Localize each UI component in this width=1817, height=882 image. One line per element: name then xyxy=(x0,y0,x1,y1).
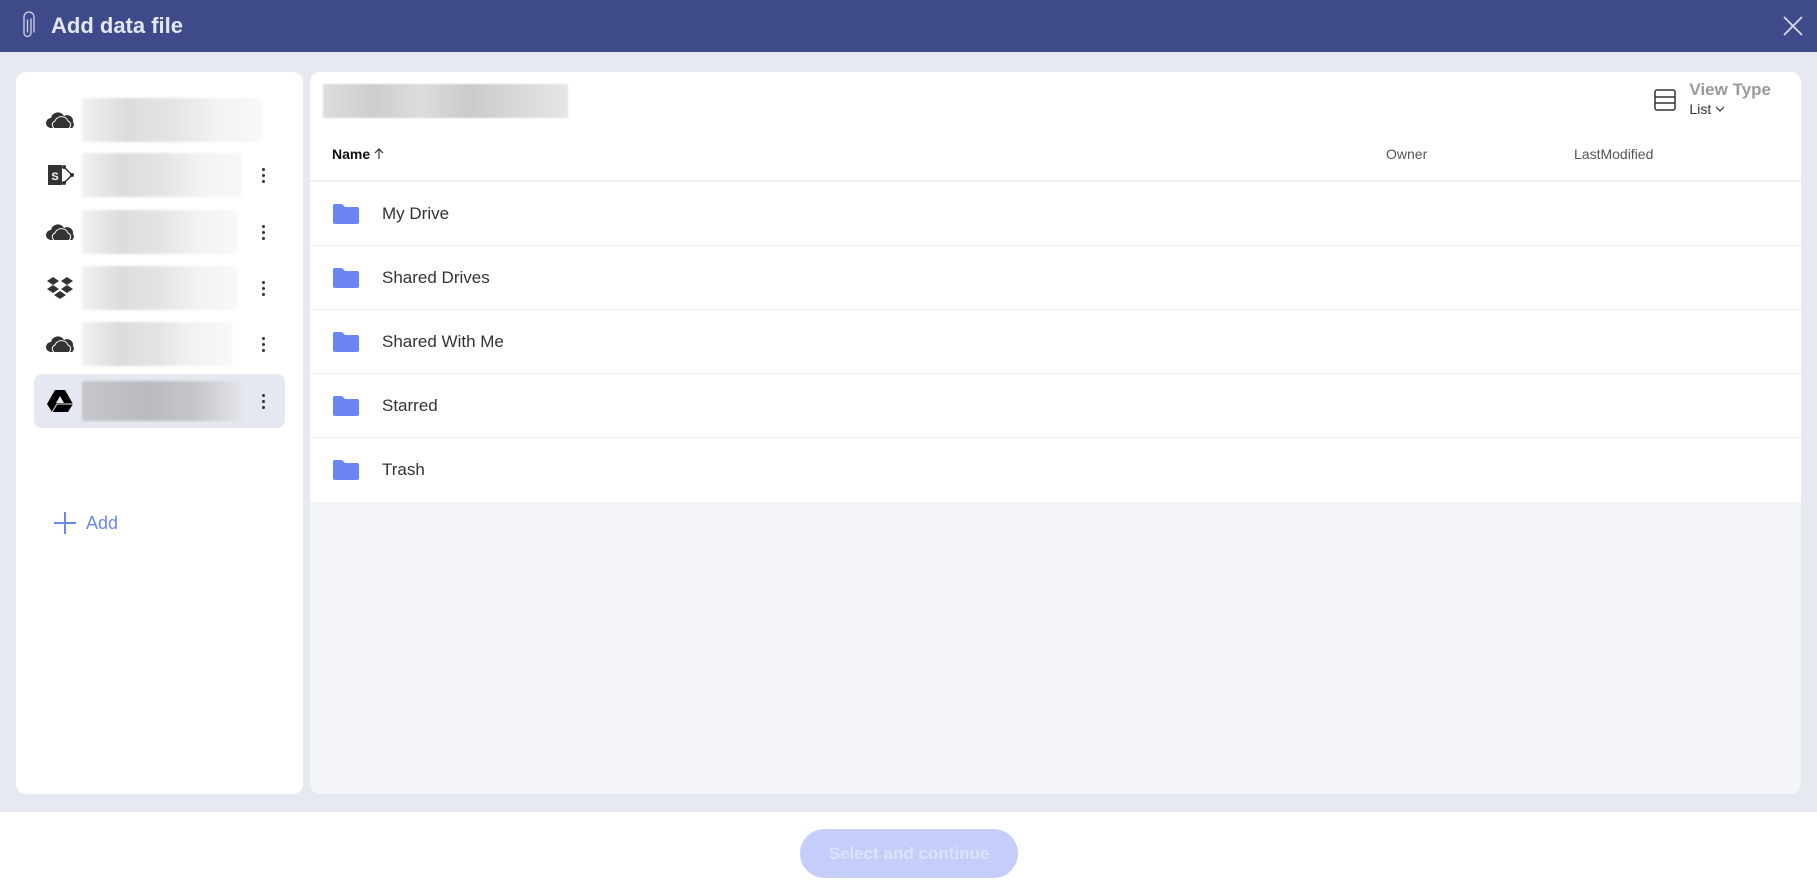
breadcrumb[interactable] xyxy=(323,84,568,118)
account-item[interactable]: S xyxy=(34,151,285,199)
account-name xyxy=(82,381,242,421)
folder-icon xyxy=(333,203,359,224)
account-name xyxy=(82,153,242,197)
folder-row[interactable]: Shared Drives xyxy=(310,246,1801,310)
folder-row[interactable]: My Drive xyxy=(310,182,1801,246)
file-browser: View Type List Name Owner LastModified M… xyxy=(310,72,1801,794)
folder-row[interactable]: Starred xyxy=(310,374,1801,438)
account-name xyxy=(82,322,232,366)
google-drive-icon xyxy=(44,385,76,417)
account-menu-button[interactable] xyxy=(257,276,269,300)
account-item[interactable] xyxy=(34,208,285,256)
folder-icon xyxy=(333,395,359,416)
sharepoint-icon: S xyxy=(44,159,76,191)
folder-name: Trash xyxy=(382,460,425,479)
dialog-header: Add data file xyxy=(0,0,1817,52)
account-item[interactable] xyxy=(34,320,285,368)
browser-toolbar: View Type List xyxy=(310,72,1801,128)
paperclip-icon xyxy=(18,11,38,41)
column-header-name[interactable]: Name xyxy=(332,146,384,162)
folder-icon xyxy=(333,267,359,288)
folder-icon xyxy=(333,331,359,352)
dialog-title: Add data file xyxy=(51,13,184,38)
account-menu-button[interactable] xyxy=(257,389,269,413)
add-account-button[interactable]: Add xyxy=(54,512,118,534)
table-header: Name Owner LastModified xyxy=(310,128,1801,182)
accounts-panel: S Add xyxy=(16,72,303,794)
account-menu-button[interactable] xyxy=(257,163,269,187)
account-menu-button[interactable] xyxy=(257,332,269,356)
svg-text:S: S xyxy=(51,171,58,183)
folder-row[interactable]: Shared With Me xyxy=(310,310,1801,374)
account-item[interactable] xyxy=(34,264,285,312)
account-name xyxy=(82,98,262,142)
folder-row[interactable]: Trash xyxy=(310,438,1801,502)
select-and-continue-button[interactable]: Select and continue xyxy=(800,829,1018,878)
dropbox-icon xyxy=(44,272,76,304)
account-name xyxy=(82,210,237,254)
chevron-down-icon xyxy=(1715,106,1725,112)
sort-ascending-icon xyxy=(374,148,384,159)
folder-name: My Drive xyxy=(382,203,450,223)
view-type-value: List xyxy=(1689,101,1712,117)
view-type-label: View Type xyxy=(1689,80,1771,99)
folder-name: Shared With Me xyxy=(382,331,504,351)
list-view-icon xyxy=(1653,88,1677,112)
column-header-owner[interactable]: Owner xyxy=(1386,146,1427,162)
file-list: My Drive Shared Drives Shared With Me St… xyxy=(310,182,1801,502)
onedrive-icon xyxy=(44,104,76,136)
folder-name: Shared Drives xyxy=(382,267,490,287)
onedrive-icon xyxy=(44,328,76,360)
account-item-selected[interactable] xyxy=(34,374,285,428)
account-menu-button[interactable] xyxy=(257,220,269,244)
column-name-label: Name xyxy=(332,146,371,162)
folder-name: Starred xyxy=(382,395,438,415)
add-account-label: Add xyxy=(86,512,119,533)
plus-icon xyxy=(54,512,76,534)
close-icon[interactable] xyxy=(1781,14,1805,38)
column-header-last-modified[interactable]: LastModified xyxy=(1574,146,1653,162)
view-type-selector[interactable]: View Type List xyxy=(1653,80,1771,118)
onedrive-icon xyxy=(44,216,76,248)
folder-icon xyxy=(333,460,359,480)
account-name xyxy=(82,266,237,310)
account-item[interactable] xyxy=(34,96,285,144)
